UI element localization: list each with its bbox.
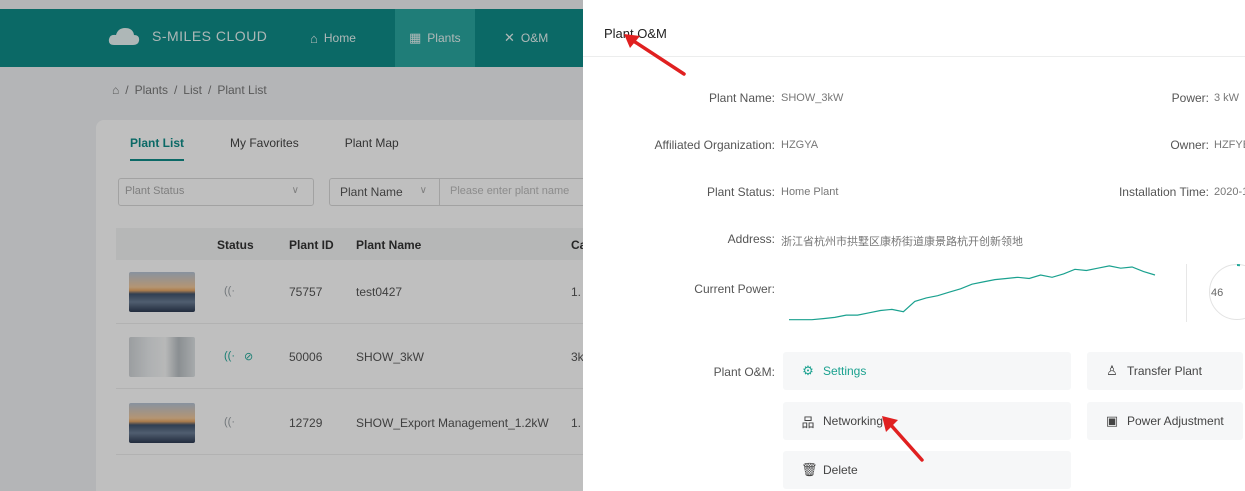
plant-om-label: Plant O&M: bbox=[713, 365, 775, 379]
current-power-chart bbox=[789, 265, 1156, 321]
owner-value: HZFYB bbox=[1214, 139, 1245, 151]
settings-button[interactable]: ⚙ Settings bbox=[783, 352, 1071, 390]
panel-icon: ▣ bbox=[1105, 413, 1119, 428]
plant-status-value: Home Plant bbox=[781, 186, 839, 198]
settings-label: Settings bbox=[823, 364, 867, 378]
gear-icon: ⚙ bbox=[802, 363, 814, 378]
address-label: Address: bbox=[727, 232, 775, 246]
plant-status-label: Plant Status: bbox=[706, 185, 775, 199]
delete-label: Delete bbox=[823, 463, 858, 477]
annotation-arrow-icon bbox=[882, 416, 924, 462]
install-time-value: 2020-11-( bbox=[1214, 186, 1245, 198]
org-value: HZGYA bbox=[781, 139, 819, 151]
user-icon: ♙ bbox=[1106, 363, 1118, 378]
network-icon: 品 bbox=[801, 414, 815, 430]
plant-name-value: SHOW_3kW bbox=[781, 92, 844, 104]
power-adjustment-button[interactable]: ▣ Power Adjustment bbox=[1087, 402, 1243, 440]
power-adjustment-label: Power Adjustment bbox=[1127, 414, 1224, 428]
power-value: 3 kW bbox=[1214, 92, 1240, 104]
power-gauge-value: 46 bbox=[1211, 287, 1224, 299]
networking-label: Networking bbox=[823, 414, 884, 428]
transfer-plant-button[interactable]: ♙ Transfer Plant bbox=[1087, 352, 1243, 390]
current-power-label: Current Power: bbox=[694, 282, 775, 296]
power-label: Power: bbox=[1171, 91, 1209, 105]
install-time-label: Installation Time: bbox=[1118, 185, 1209, 199]
transfer-plant-label: Transfer Plant bbox=[1127, 364, 1202, 378]
owner-label: Owner: bbox=[1170, 138, 1209, 152]
address-value: 浙江省杭州市拱墅区康桥街道康景路杭开创新领地 bbox=[781, 236, 1023, 248]
plant-name-label: Plant Name: bbox=[708, 91, 775, 105]
modal-mask[interactable] bbox=[0, 0, 583, 491]
divider bbox=[1186, 264, 1187, 322]
trash-icon: 🗑 bbox=[801, 462, 818, 477]
annotation-arrow-icon bbox=[624, 34, 686, 76]
current-power-series-line bbox=[789, 265, 1156, 321]
org-label: Affiliated Organization: bbox=[654, 138, 775, 152]
